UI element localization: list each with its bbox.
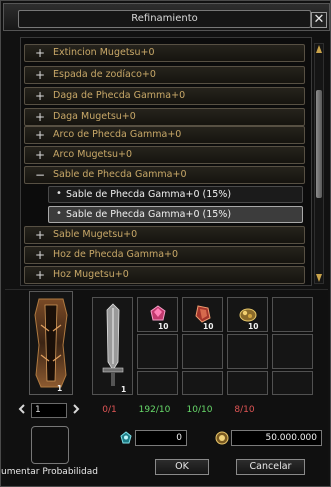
plus-icon[interactable]: +: [34, 46, 46, 60]
material-slot-empty[interactable]: [272, 297, 313, 332]
recipe-row[interactable]: + Arco de Phecda Gamma+0: [24, 126, 305, 144]
refinement-window: Refinamiento ✕ + Extincion Mugetsu+0 + E…: [0, 0, 331, 487]
material-count: 192/10: [138, 405, 171, 415]
gold-cost-field: 50.000.000: [231, 430, 322, 446]
gem-icon: [120, 431, 132, 444]
bullet-icon: •: [56, 188, 62, 199]
window-title: Refinamiento: [18, 10, 311, 28]
plus-icon[interactable]: +: [34, 128, 46, 142]
pink-gem-icon: [150, 305, 166, 321]
recipe-row[interactable]: + Hoz de Phecda Gamma+0: [24, 246, 305, 264]
material-slot[interactable]: 10: [182, 297, 223, 332]
recipe-row[interactable]: + Extincion Mugetsu+0: [24, 44, 305, 62]
material-count: 10/10: [186, 405, 213, 415]
weapon-slot[interactable]: 1: [92, 297, 133, 395]
recipe-label: Sable de Phecda Gamma+0: [53, 169, 187, 180]
recipe-row[interactable]: + Daga Mugetsu+0: [24, 108, 305, 126]
material-slot-empty[interactable]: [182, 334, 223, 369]
material-slot-empty[interactable]: [272, 371, 313, 395]
chevron-right-icon[interactable]: [71, 404, 81, 414]
probability-slot[interactable]: [31, 426, 69, 464]
plus-icon[interactable]: +: [34, 89, 46, 103]
recipe-row[interactable]: + Sable Mugetsu+0: [24, 226, 305, 244]
gem-qty: 10: [158, 322, 169, 331]
ore-qty: 10: [248, 322, 259, 331]
subitem-label: Sable de Phecda Gamma+0 (15%): [66, 209, 232, 220]
material-slot[interactable]: 10: [137, 297, 178, 332]
plus-icon[interactable]: +: [34, 148, 46, 162]
target-qty: 1: [57, 384, 63, 393]
recipe-label: Arco de Phecda Gamma+0: [53, 129, 182, 140]
recipe-row[interactable]: + Arco Mugetsu+0: [24, 146, 305, 164]
recipe-label: Hoz Mugetsu+0: [53, 269, 129, 280]
recipe-label: Extincion Mugetsu+0: [53, 47, 155, 58]
material-slot-empty[interactable]: [137, 371, 178, 395]
page-number[interactable]: 1: [31, 403, 67, 418]
recipe-row[interactable]: + Daga de Phecda Gamma+0: [24, 87, 305, 105]
material-slot-empty[interactable]: [272, 334, 313, 369]
gem-qty: 10: [203, 322, 214, 331]
gold-coin-icon: [215, 431, 229, 445]
chevron-left-icon[interactable]: [17, 404, 27, 414]
red-crystal-icon: [195, 305, 211, 323]
recipe-row[interactable]: + Hoz Mugetsu+0: [24, 266, 305, 284]
recipe-label: Daga Mugetsu+0: [53, 111, 136, 122]
weapon-count: 0/1: [102, 405, 117, 415]
plus-icon[interactable]: +: [34, 228, 46, 242]
sword-qty: 1: [121, 385, 127, 394]
material-slot-empty[interactable]: [227, 371, 268, 395]
recipe-label: Sable Mugetsu+0: [53, 229, 138, 240]
list-scrollbar[interactable]: [314, 43, 324, 284]
bullet-icon: •: [56, 208, 62, 219]
plus-icon[interactable]: +: [34, 110, 46, 124]
gem-cost-field: 0: [135, 430, 187, 446]
material-slot[interactable]: 10: [227, 297, 268, 332]
close-button[interactable]: ✕: [311, 12, 327, 28]
ok-button[interactable]: OK: [155, 459, 209, 475]
material-slot-empty[interactable]: [137, 334, 178, 369]
scroll-up-icon[interactable]: [315, 44, 323, 54]
recipe-row-expanded[interactable]: − Sable de Phecda Gamma+0: [24, 166, 305, 184]
recipe-label: Hoz de Phecda Gamma+0: [53, 249, 179, 260]
close-icon: ✕: [313, 12, 325, 27]
recipe-subitem[interactable]: • Sable de Phecda Gamma+0 (15%): [48, 186, 303, 203]
target-item-slot[interactable]: 1: [29, 291, 73, 395]
minus-icon[interactable]: −: [34, 168, 46, 182]
title-bar: Refinamiento ✕: [3, 3, 330, 31]
gold-ore-icon: [239, 308, 257, 322]
plus-icon[interactable]: +: [34, 68, 46, 82]
subitem-label: Sable de Phecda Gamma+0 (15%): [66, 189, 232, 200]
material-slot-empty[interactable]: [227, 334, 268, 369]
recipe-label: Daga de Phecda Gamma+0: [53, 90, 186, 101]
plus-icon[interactable]: +: [34, 268, 46, 282]
sword-item-icon: [102, 303, 124, 386]
recipe-row[interactable]: + Espada de zodíaco+0: [24, 66, 305, 84]
plus-icon[interactable]: +: [34, 248, 46, 262]
scroll-down-icon[interactable]: [315, 273, 323, 283]
recipe-label: Espada de zodíaco+0: [53, 69, 156, 80]
cancel-button[interactable]: Cancelar: [236, 459, 305, 475]
material-count: 8/10: [234, 405, 255, 415]
recipe-subitem-selected[interactable]: • Sable de Phecda Gamma+0 (15%): [48, 206, 303, 223]
scroll-thumb[interactable]: [316, 90, 322, 198]
armor-item-icon: [34, 298, 68, 388]
probability-label: umentar Probabilidad: [1, 467, 98, 477]
material-slot-empty[interactable]: [182, 371, 223, 395]
recipe-label: Arco Mugetsu+0: [53, 149, 133, 160]
